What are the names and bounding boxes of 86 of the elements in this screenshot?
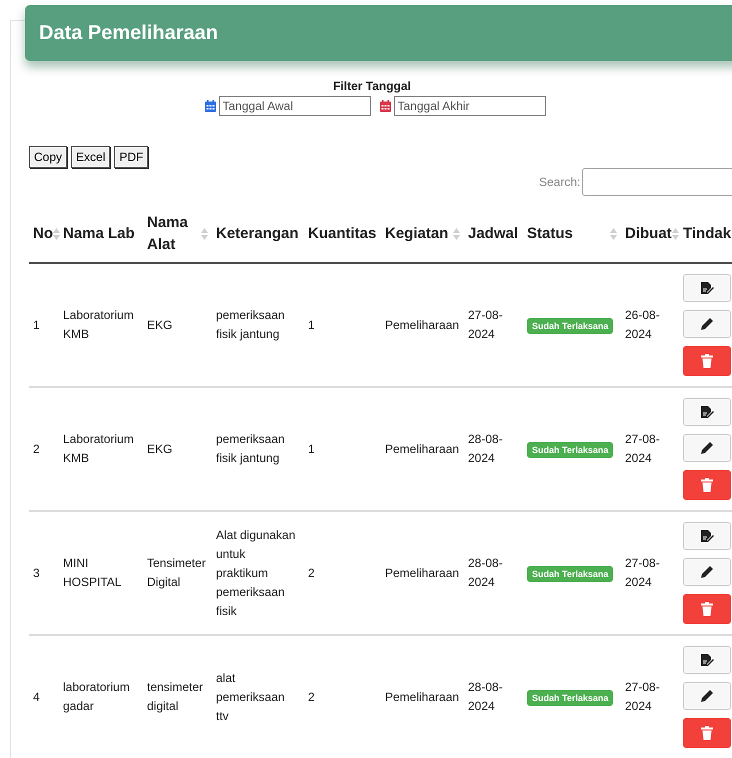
- column-header[interactable]: Dibuat: [625, 223, 672, 245]
- trash-icon: [701, 726, 713, 740]
- start-date-field[interactable]: Tanggal Awal: [218, 96, 370, 116]
- detail-button[interactable]: [683, 522, 731, 550]
- table-cell: 28-08-2024: [468, 432, 503, 465]
- table-cell: Tensimeter Digital: [147, 556, 206, 589]
- status-badge: Sudah Terlaksana: [527, 690, 614, 706]
- column-header[interactable]: Jadwal: [468, 223, 518, 245]
- detail-button[interactable]: [683, 274, 731, 302]
- pencil-icon: [700, 441, 714, 455]
- table-cell: pemeriksaan fisik jantung: [216, 432, 285, 465]
- table-cell: Pemeliharaan: [385, 442, 460, 456]
- table-cell: 27-08-2024: [625, 680, 660, 713]
- table-cell: alat pemeriksaan ttv: [216, 670, 285, 722]
- table-cell: 1: [308, 318, 315, 332]
- column-header[interactable]: No: [33, 223, 53, 245]
- document-pen-icon: [700, 405, 714, 419]
- end-date-field[interactable]: Tanggal Akhir: [394, 96, 546, 116]
- page-title: Data Pemeliharaan: [39, 22, 218, 44]
- edit-button[interactable]: [683, 558, 731, 586]
- table-cell: 2: [308, 690, 315, 704]
- pencil-icon: [700, 565, 714, 579]
- table-cell: 28-08-2024: [468, 556, 503, 589]
- table-cell: 1: [33, 318, 40, 332]
- sort-icon: [53, 228, 60, 240]
- table-cell: EKG: [147, 318, 172, 332]
- search-label: Search:: [539, 175, 580, 189]
- table-cell: 28-08-2024: [468, 680, 503, 713]
- edit-button[interactable]: [683, 682, 731, 710]
- table-cell: 27-08-2024: [468, 308, 503, 341]
- delete-button[interactable]: [683, 718, 731, 748]
- table-cell: Laboratorium KMB: [63, 432, 134, 465]
- export-button[interactable]: PDF: [114, 146, 148, 168]
- document-pen-icon: [700, 529, 714, 543]
- calendar-icon: [380, 100, 390, 112]
- table-cell: 2: [33, 442, 40, 456]
- trash-icon: [701, 478, 713, 492]
- column-header[interactable]: Nama Alat: [147, 212, 201, 256]
- delete-button[interactable]: [683, 594, 731, 624]
- edit-button[interactable]: [683, 434, 731, 462]
- filter-label: Filter Tanggal: [333, 79, 411, 93]
- column-header[interactable]: Keterangan: [216, 223, 299, 245]
- table-cell: Alat digunakan untuk praktikum pemeriksaan fisik: [216, 528, 296, 618]
- column-header[interactable]: Tindak: [683, 223, 732, 245]
- column-header[interactable]: Kegiatan: [385, 223, 448, 245]
- table-cell: EKG: [147, 442, 172, 456]
- calendar-icon: [204, 100, 216, 112]
- table-cell: Pemeliharaan: [385, 318, 460, 332]
- status-badge: Sudah Terlaksana: [527, 566, 614, 582]
- table-cell: Pemeliharaan: [385, 566, 460, 580]
- export-button[interactable]: Copy: [29, 146, 68, 168]
- search-field[interactable]: [582, 168, 732, 196]
- detail-button[interactable]: [683, 398, 731, 426]
- document-pen-icon: [700, 653, 714, 667]
- pencil-icon: [700, 317, 714, 331]
- column-header[interactable]: Nama Lab: [63, 223, 135, 245]
- sort-icon: [610, 228, 617, 240]
- table-cell: 2: [308, 566, 315, 580]
- delete-button[interactable]: [683, 470, 731, 500]
- document-pen-icon: [700, 281, 714, 295]
- column-header[interactable]: Status: [527, 223, 573, 245]
- table-cell: 4: [33, 690, 40, 704]
- delete-button[interactable]: [683, 346, 731, 376]
- sort-icon: [672, 228, 679, 240]
- edit-button[interactable]: [683, 310, 731, 338]
- export-button[interactable]: Excel: [71, 146, 110, 168]
- table-cell: 26-08-2024: [625, 308, 660, 341]
- table-cell: Pemeliharaan: [385, 690, 460, 704]
- table-cell: pemeriksaan fisik jantung: [216, 308, 285, 341]
- table-cell: 3: [33, 566, 40, 580]
- pencil-icon: [700, 689, 714, 703]
- sort-icon: [201, 228, 208, 240]
- detail-button[interactable]: [683, 646, 731, 674]
- sort-icon: [453, 228, 460, 240]
- column-header[interactable]: Kuantitas: [308, 223, 376, 245]
- status-badge: Sudah Terlaksana: [527, 318, 614, 334]
- table-cell: 27-08-2024: [625, 432, 660, 465]
- table-cell: laboratorium gadar: [63, 680, 130, 713]
- table-cell: tensimeter digital: [147, 680, 204, 713]
- trash-icon: [701, 602, 713, 616]
- table-cell: Laboratorium KMB: [63, 308, 134, 341]
- status-badge: Sudah Terlaksana: [527, 442, 614, 458]
- table-cell: MINI HOSPITAL: [63, 556, 122, 589]
- table-cell: 1: [308, 442, 315, 456]
- trash-icon: [701, 354, 713, 368]
- table-cell: 27-08-2024: [625, 556, 660, 589]
